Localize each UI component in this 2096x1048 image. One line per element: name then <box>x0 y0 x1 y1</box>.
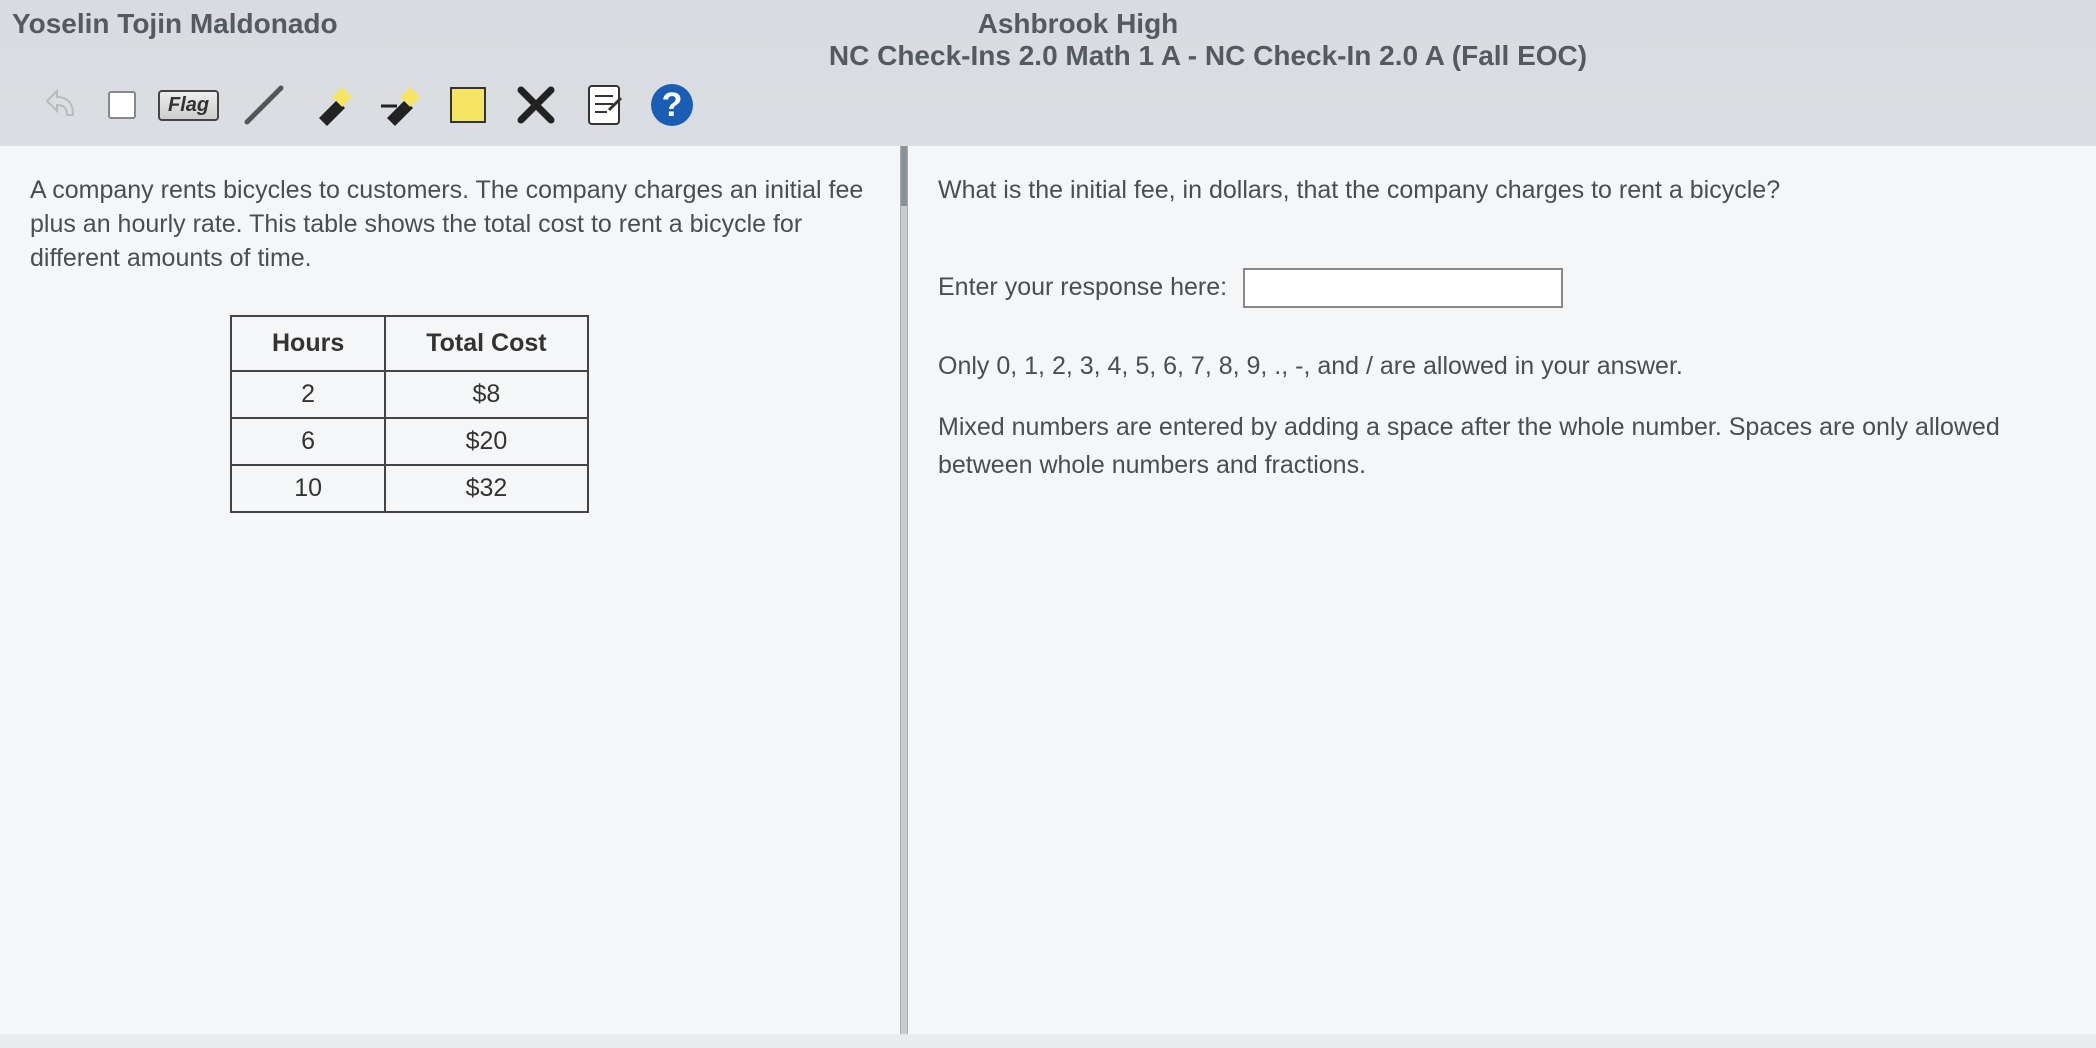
question-text: What is the initial fee, in dollars, tha… <box>938 174 2066 208</box>
response-input[interactable] <box>1243 268 1563 308</box>
highlighter-remove-icon[interactable] <box>377 82 423 128</box>
item-checkbox[interactable] <box>108 91 136 119</box>
school-name: Ashbrook High <box>978 8 1179 40</box>
flag-button[interactable]: Flag <box>158 90 219 121</box>
header: Yoselin Tojin Maldonado Ashbrook High NC… <box>0 0 2096 76</box>
input-hint: Only 0, 1, 2, 3, 4, 5, 6, 7, 8, 9, ., -,… <box>938 348 2066 386</box>
assessment-title: NC Check-Ins 2.0 Math 1 A - NC Check-In … <box>12 40 2084 72</box>
stimulus-text: A company rents bicycles to customers. T… <box>30 174 870 275</box>
response-label: Enter your response here: <box>938 273 1227 302</box>
undo-icon[interactable] <box>40 82 86 128</box>
student-name: Yoselin Tojin Maldonado <box>12 8 338 40</box>
table-header: Hours <box>231 316 385 371</box>
help-icon[interactable]: ? <box>649 82 695 128</box>
table-header: Total Cost <box>385 316 587 371</box>
table-header-row: Hours Total Cost <box>231 316 588 371</box>
data-table: Hours Total Cost 2 $8 6 $20 10 $32 <box>230 315 589 513</box>
clear-x-icon[interactable] <box>513 82 559 128</box>
pencil-icon[interactable] <box>241 82 287 128</box>
content-area: A company rents bicycles to customers. T… <box>0 146 2096 1034</box>
table-row: 10 $32 <box>231 465 588 512</box>
notepad-icon[interactable] <box>581 82 627 128</box>
highlighter-icon[interactable] <box>309 82 355 128</box>
sticky-note-icon[interactable] <box>445 82 491 128</box>
toolbar: Flag ? <box>0 76 2096 138</box>
table-row: 2 $8 <box>231 371 588 418</box>
question-panel: What is the initial fee, in dollars, tha… <box>908 146 2096 1034</box>
table-row: 6 $20 <box>231 418 588 465</box>
input-hint: Mixed numbers are entered by adding a sp… <box>938 409 2066 484</box>
stimulus-panel: A company rents bicycles to customers. T… <box>0 146 900 1034</box>
panel-divider[interactable] <box>900 146 908 1034</box>
svg-text:?: ? <box>662 86 683 124</box>
